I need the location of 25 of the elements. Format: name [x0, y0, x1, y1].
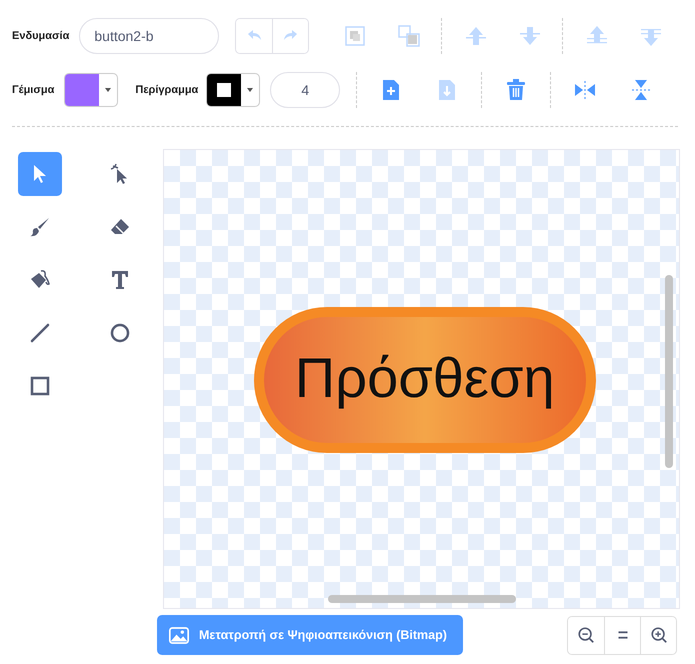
costume-label: Ενδυμασία: [12, 30, 70, 42]
select-tool-button[interactable]: [18, 152, 62, 196]
vertical-scrollbar[interactable]: [665, 275, 673, 468]
caret-icon: [105, 88, 112, 92]
outline-label: Περίγραμμα: [135, 84, 198, 96]
circle-icon: [108, 321, 132, 345]
square-icon: [28, 374, 52, 398]
group-icon: [343, 24, 368, 48]
fill-color-picker[interactable]: [64, 73, 118, 107]
flip-horizontal-icon: [573, 78, 598, 102]
fill-label: Γέμισμα: [12, 84, 54, 96]
brush-icon: [28, 215, 52, 239]
costume-text: Πρόσθεση: [294, 345, 555, 411]
zoom-in-icon: [650, 626, 668, 644]
zoom-out-icon: [577, 626, 595, 644]
caret-icon: [247, 88, 254, 92]
outline-width-field[interactable]: 4: [270, 72, 340, 108]
costume-name-field[interactable]: button2-b: [79, 18, 220, 54]
horizontal-scrollbar[interactable]: [328, 595, 516, 603]
image-icon: [169, 626, 189, 644]
outline-color-picker[interactable]: [206, 73, 260, 107]
drawing-canvas[interactable]: Πρόσθεση: [162, 149, 680, 609]
ungroup-icon: [397, 24, 422, 48]
line-icon: [28, 321, 52, 345]
zoom-in-button[interactable]: [640, 616, 676, 654]
